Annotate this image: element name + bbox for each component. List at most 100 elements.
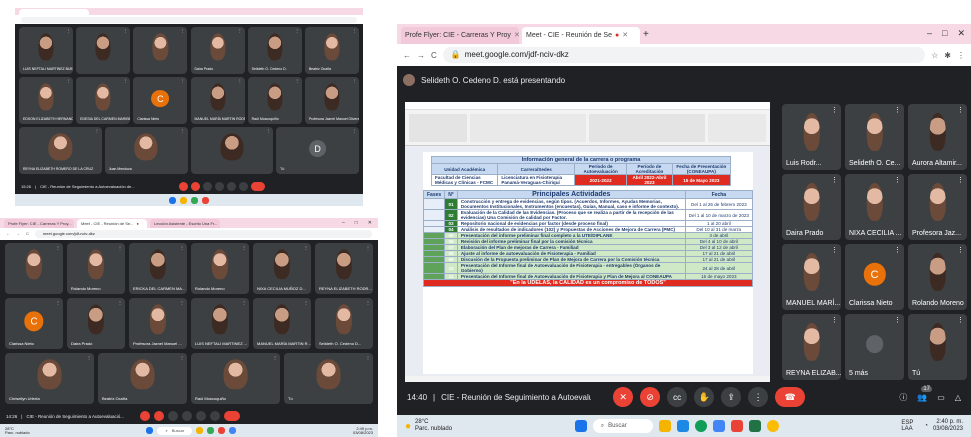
back-icon[interactable]: ← (6, 231, 10, 236)
participant-tile[interactable]: ⋮ (76, 27, 130, 74)
weather-widget[interactable]: 28°C Parc. nublado (5, 427, 30, 435)
people-icon[interactable]: 👥 17 (917, 393, 927, 402)
participant-tile[interactable]: ⋮Profesora Jaznel Manuel Olivera Do... (305, 77, 359, 124)
participant-tile[interactable]: D ⋮ Tú (276, 127, 359, 174)
close-icon[interactable]: ✕ (957, 28, 965, 39)
minimize-icon[interactable]: – (927, 28, 932, 39)
participant-tile[interactable]: ⋮ REYNA ELIZABETH RODR... (315, 243, 373, 294)
participant-tile[interactable]: ⋮ Selideth O. Ce... (845, 104, 904, 170)
participant-tile[interactable]: ⋮ Profesora Jaznel Manuel ... (129, 298, 187, 349)
taskbar-app-icon[interactable] (202, 197, 209, 204)
menu-icon[interactable]: ⋮ (957, 51, 965, 60)
participant-tile[interactable]: ⋮ Luis Rodr... (782, 104, 841, 170)
taskbar-search[interactable]: ⌕ Buscar (593, 419, 653, 433)
participant-tile[interactable]: ⋮ ERICKA DEL CARMEN MA... (129, 243, 187, 294)
windows-start-icon[interactable] (169, 197, 176, 204)
participant-tile[interactable]: ⋮ NIXA CECILIA MUÑOZ D... (253, 243, 311, 294)
participant-tile[interactable]: ⋮ (191, 127, 274, 174)
chrome-icon[interactable] (767, 420, 779, 432)
participant-tile[interactable]: ⋮ LUIS NEFTALI MARTINEZ ... (191, 298, 249, 349)
reload-icon[interactable]: C (431, 51, 437, 60)
more-icon[interactable] (210, 411, 220, 421)
participant-tile[interactable]: ⋮ Daira Prado (191, 27, 245, 74)
hangup-icon[interactable]: ☎ (775, 387, 805, 407)
taskbar-app-icon[interactable] (713, 420, 725, 432)
taskbar-app-icon[interactable] (731, 420, 743, 432)
more-icon[interactable] (239, 182, 248, 191)
participant-tile[interactable]: ⋮ (5, 243, 63, 294)
address-bar[interactable]: meet.google.com/jdf-nciv-dkz (35, 230, 372, 238)
system-tray[interactable]: ESP LAA ◔ 2:40 p. m. 03/08/2023 (901, 419, 963, 432)
close-icon[interactable]: ✕ (368, 220, 372, 226)
taskbar-clock[interactable]: 2:40 p. m. 03/08/2023 (933, 419, 963, 432)
participant-tile[interactable]: ⋮ Raúl Moscoquiño (191, 353, 280, 404)
browser-tab[interactable]: Lección Asistente - Escrito Una Fr... (150, 219, 220, 228)
taskbar-app-icon[interactable] (218, 427, 225, 434)
extensions-icon[interactable]: ✱ (944, 51, 951, 60)
participant-tile[interactable]: ⋮ Daira Prado (67, 298, 125, 349)
weather-widget[interactable]: ● 28°C Parc. nublado (405, 419, 452, 432)
forward-icon[interactable]: → (417, 51, 425, 60)
participant-tile[interactable]: ⋮ Chrisellyn Urtrela (5, 353, 94, 404)
taskbar-clock[interactable]: 2:49 p.m. 03/08/2023 (353, 427, 373, 435)
captions-icon[interactable] (168, 411, 178, 421)
browser-tab[interactable]: Profe Flyer: CIE - Carreras Y Proy... (4, 219, 74, 228)
taskbar-app-icon[interactable] (191, 197, 198, 204)
info-icon[interactable]: ⓘ (899, 392, 907, 403)
chat-icon[interactable]: ▭ (937, 393, 945, 402)
hand-icon[interactable] (215, 182, 224, 191)
participant-tile[interactable]: ⋮ NIXA CECILIA ... (845, 174, 904, 240)
windows-start-icon[interactable] (575, 420, 587, 432)
browser-tab[interactable] (19, 9, 89, 15)
present-icon[interactable] (227, 182, 236, 191)
participant-tile[interactable]: ⋮ Selideth O. Cedeno D... (315, 298, 373, 349)
participant-tile[interactable]: ⋮ LUIS NEFTALI MARTINEZ BUENO (19, 27, 73, 74)
taskbar-app-icon[interactable] (207, 427, 214, 434)
participant-tile[interactable]: ⋮ Aurora Altamir... (908, 104, 967, 170)
participant-tile[interactable]: ⋮ Rolando Moreno (67, 243, 125, 294)
participant-tile[interactable]: ⋮ Profesora Jaz... (908, 174, 967, 240)
mic-off-icon[interactable] (179, 182, 188, 191)
participant-tile[interactable]: ⋮ Tú (284, 353, 373, 404)
participant-tile[interactable]: ⋮ Rolando Moreno (191, 243, 249, 294)
mic-off-icon[interactable] (140, 411, 150, 421)
present-icon[interactable]: ⇪ (721, 387, 741, 407)
camera-off-icon[interactable]: ⊘ (640, 387, 660, 407)
taskbar-app-icon[interactable] (677, 420, 689, 432)
close-tab-icon[interactable]: ✕ (622, 31, 628, 39)
participant-tile[interactable]: ⋮EDESIA DEL CARMEN MARIBE GARCÍA... (76, 77, 130, 124)
participant-tile[interactable]: ⋮ REYNA ELIZAB... (782, 314, 841, 380)
present-icon[interactable] (196, 411, 206, 421)
participant-tile[interactable]: ⋮ Raúl Moscoquiño (248, 77, 302, 124)
camera-off-icon[interactable] (191, 182, 200, 191)
more-icon[interactable]: ⋮ (748, 387, 768, 407)
taskbar-app-icon[interactable] (196, 427, 203, 434)
browser-tab[interactable]: Profe Flyer: CIE - Carreras Y Proy ✕ (401, 27, 519, 44)
participant-tile[interactable]: C ⋮ Clarissa Nieto (845, 244, 904, 310)
hand-icon[interactable] (182, 411, 192, 421)
close-tab-icon[interactable]: ✕ (514, 31, 519, 39)
participant-tile[interactable]: ⋮ Beatriz Ocaña (305, 27, 359, 74)
participant-tile[interactable]: C ⋮ Clarissa Nieto (133, 77, 187, 124)
hand-icon[interactable]: ✋ (694, 387, 714, 407)
participant-tile[interactable]: ⋮ Juan Mendoza (105, 127, 188, 174)
mic-off-icon[interactable]: ✕ (613, 387, 633, 407)
camera-off-icon[interactable] (154, 411, 164, 421)
taskbar-search[interactable]: ⌕ Buscar (157, 427, 192, 435)
captions-icon[interactable] (203, 182, 212, 191)
participant-tile[interactable]: ⋮ Tú (908, 314, 967, 380)
taskbar-app-icon[interactable] (229, 427, 236, 434)
address-bar[interactable] (21, 17, 357, 23)
browser-tab-meet[interactable]: Meet - CIE - Reunión de Se ● ✕ (522, 27, 640, 44)
participant-tile[interactable]: ⋮ Beatriz Ocaña (98, 353, 187, 404)
address-bar[interactable]: 🔒 meet.google.com/jdf-nciv-dkz (443, 47, 925, 62)
new-tab-icon[interactable]: + (643, 29, 649, 40)
maximize-icon[interactable]: □ (355, 220, 358, 226)
participant-tile[interactable]: ⋮MANUEL MARÍA MARTIN RODRIGUEZ (191, 77, 245, 124)
bookmark-icon[interactable]: ☆ (931, 51, 938, 60)
participant-tile[interactable]: ⋮ Rolando Moreno (908, 244, 967, 310)
participant-tile[interactable]: ⋮ REYNA ELIZABETH ROMERO DE LA CRUZ (19, 127, 102, 174)
edge-icon[interactable] (695, 420, 707, 432)
windows-start-icon[interactable] (146, 427, 153, 434)
excel-icon[interactable] (749, 420, 761, 432)
